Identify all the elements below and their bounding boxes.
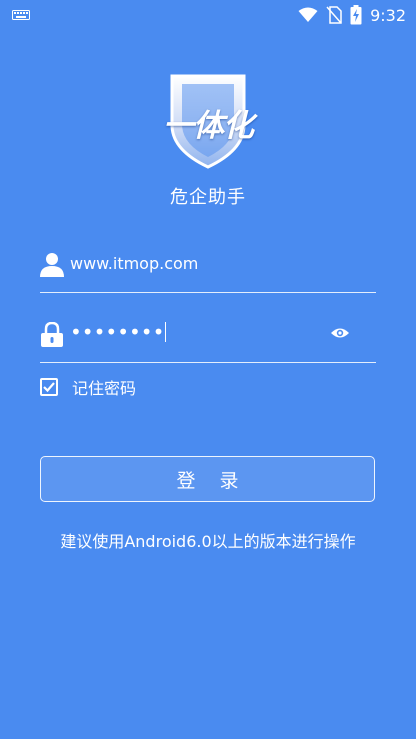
- user-icon: [40, 253, 64, 277]
- username-input[interactable]: www.itmop.com: [70, 254, 198, 273]
- version-hint: 建议使用Android6.0以上的版本进行操作: [60, 532, 356, 551]
- status-right: 9:32: [298, 4, 406, 26]
- remember-checkbox[interactable]: [40, 378, 58, 396]
- remember-password-row[interactable]: 记住密码: [40, 376, 136, 398]
- status-bar: 9:32: [0, 0, 416, 30]
- app-logo: 一体化: [158, 70, 258, 170]
- eye-icon[interactable]: [330, 326, 350, 340]
- password-mask: ••••••••: [70, 320, 165, 344]
- password-input[interactable]: ••••••••: [70, 320, 167, 344]
- keyboard-icon: [12, 10, 30, 20]
- wifi-icon: [298, 7, 318, 22]
- logo-text: 一体化: [163, 108, 254, 144]
- lock-icon: [41, 322, 63, 347]
- status-time: 9:32: [370, 5, 406, 25]
- remember-label: 记住密码: [72, 379, 137, 398]
- password-field[interactable]: ••••••••: [40, 320, 376, 363]
- no-sim-icon: [326, 6, 342, 24]
- text-cursor: [165, 322, 167, 342]
- battery-charging-icon: [350, 5, 362, 25]
- username-field[interactable]: www.itmop.com: [40, 250, 376, 293]
- app-name: 危企助手: [170, 187, 246, 208]
- login-button[interactable]: 登录: [40, 456, 375, 502]
- checkmark-icon: [43, 382, 55, 393]
